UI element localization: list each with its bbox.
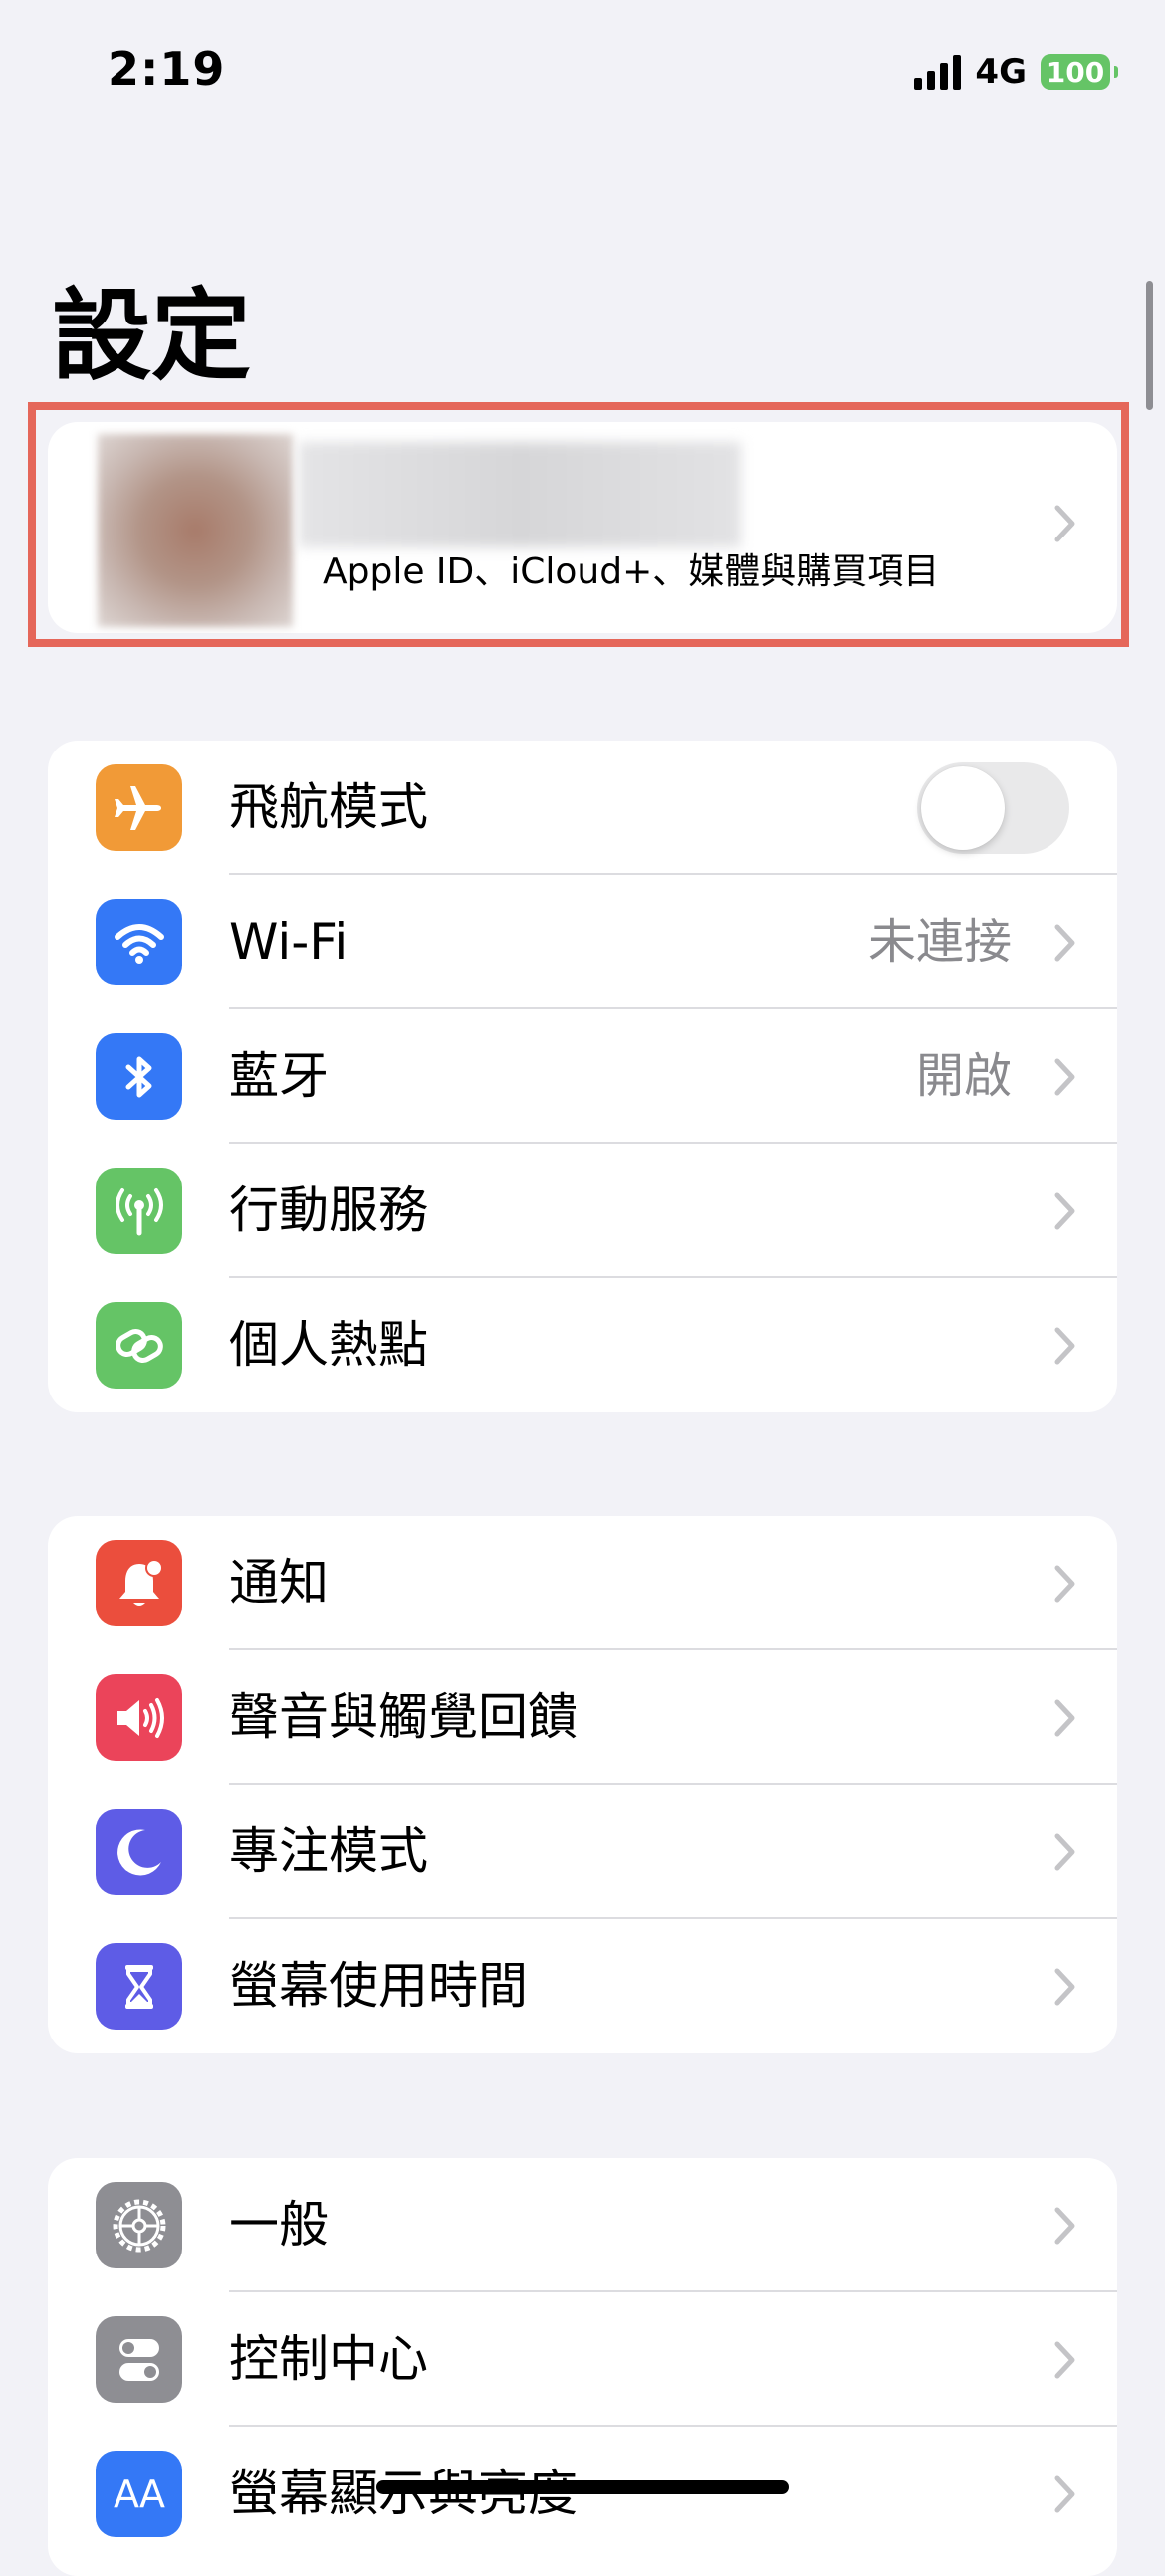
hotspot-label: 個人熱點 xyxy=(229,1316,428,1374)
airplane-mode-toggle[interactable] xyxy=(917,762,1069,854)
hourglass-icon xyxy=(96,1943,182,2030)
status-time: 2:19 xyxy=(108,42,226,96)
page-title: 設定 xyxy=(52,278,251,394)
control-center-label: 控制中心 xyxy=(229,2330,428,2388)
chevron-right-icon xyxy=(1054,1327,1075,1365)
sound-icon xyxy=(96,1674,182,1761)
chevron-right-icon xyxy=(1054,1058,1075,1096)
chevron-right-icon xyxy=(1054,2475,1075,2513)
focus-label: 專注模式 xyxy=(229,1823,428,1880)
bluetooth-label: 藍牙 xyxy=(229,1047,329,1105)
wifi-status: 未連接 xyxy=(867,914,1012,969)
highlight-frame xyxy=(28,402,1129,647)
home-indicator[interactable] xyxy=(376,2480,789,2494)
bluetooth-status: 開啟 xyxy=(915,1048,1012,1104)
row-general[interactable]: 一般 xyxy=(48,2158,1117,2292)
row-airplane-mode[interactable]: 飛航模式 xyxy=(48,741,1117,875)
bluetooth-icon xyxy=(96,1033,182,1120)
airplane-icon xyxy=(96,764,182,851)
toggle-knob xyxy=(921,766,1005,850)
status-indicators: 4G 100 xyxy=(914,52,1118,92)
row-personal-hotspot[interactable]: 個人熱點 xyxy=(48,1278,1117,1412)
cellular-icon xyxy=(96,1168,182,1254)
row-control-center[interactable]: 控制中心 xyxy=(48,2292,1117,2427)
row-bluetooth[interactable]: 藍牙 開啟 xyxy=(48,1009,1117,1144)
status-bar: 2:19 4G 100 xyxy=(0,0,1165,149)
connectivity-group: 飛航模式 Wi-Fi 未連接 藍牙 開啟 行動服務 個人熱點 xyxy=(48,741,1117,1412)
notifications-group: 通知 聲音與觸覺回饋 專注模式 螢幕使用時間 xyxy=(48,1516,1117,2053)
chevron-right-icon xyxy=(1054,924,1075,962)
focus-moon-icon xyxy=(96,1809,182,1895)
chevron-right-icon xyxy=(1054,1192,1075,1230)
gear-icon xyxy=(96,2182,182,2268)
screen-time-label: 螢幕使用時間 xyxy=(229,1957,528,2015)
airplane-mode-label: 飛航模式 xyxy=(229,778,428,836)
chevron-right-icon xyxy=(1054,1833,1075,1871)
sounds-haptics-label: 聲音與觸覺回饋 xyxy=(229,1688,578,1746)
row-wifi[interactable]: Wi-Fi 未連接 xyxy=(48,875,1117,1009)
hotspot-icon xyxy=(96,1302,182,1389)
chevron-right-icon xyxy=(1054,1565,1075,1603)
wifi-label: Wi-Fi xyxy=(229,913,349,970)
chevron-right-icon xyxy=(1054,2341,1075,2379)
chevron-right-icon xyxy=(1054,1699,1075,1737)
battery-level: 100 xyxy=(1046,55,1105,89)
row-sounds-haptics[interactable]: 聲音與觸覺回饋 xyxy=(48,1650,1117,1785)
row-screen-time[interactable]: 螢幕使用時間 xyxy=(48,1919,1117,2053)
chevron-right-icon xyxy=(1054,1968,1075,2006)
row-cellular[interactable]: 行動服務 xyxy=(48,1144,1117,1278)
display-icon-text: AA xyxy=(113,2471,165,2516)
row-focus[interactable]: 專注模式 xyxy=(48,1785,1117,1919)
notifications-label: 通知 xyxy=(229,1554,329,1611)
general-label: 一般 xyxy=(229,2196,329,2254)
control-center-icon xyxy=(96,2316,182,2403)
general-group: 一般 控制中心 AA 螢幕顯示與亮度 xyxy=(48,2158,1117,2576)
cellular-label: 行動服務 xyxy=(229,1181,428,1239)
notifications-icon xyxy=(96,1540,182,1626)
display-brightness-icon: AA xyxy=(96,2451,182,2537)
battery-icon: 100 xyxy=(1041,54,1118,90)
wifi-icon xyxy=(96,899,182,985)
scroll-indicator[interactable] xyxy=(1146,281,1153,410)
chevron-right-icon xyxy=(1054,2207,1075,2245)
network-type: 4G xyxy=(975,52,1027,92)
row-notifications[interactable]: 通知 xyxy=(48,1516,1117,1650)
cellular-signal-icon xyxy=(914,54,962,90)
